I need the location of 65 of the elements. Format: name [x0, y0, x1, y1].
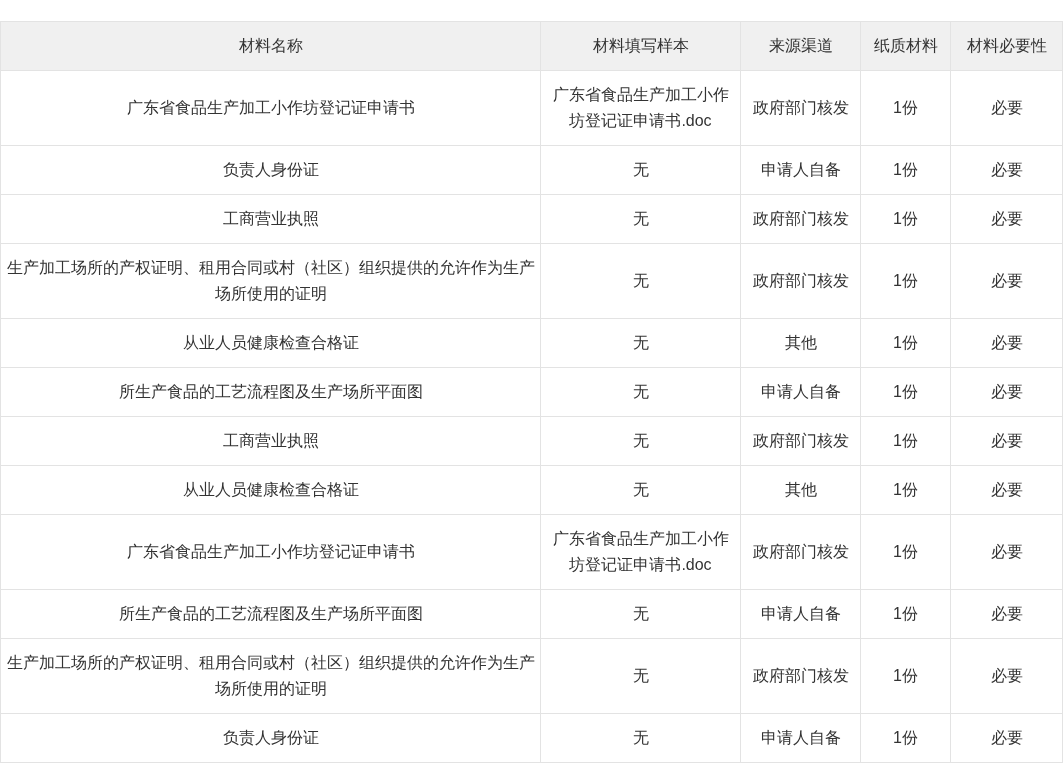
table-cell: 1份: [893, 481, 918, 498]
table-cell: 政府部门核发: [752, 272, 849, 289]
table-cell: 1份: [893, 432, 918, 449]
table-cell: 1份: [893, 605, 918, 622]
table-cell: 广东省食品生产加工小作坊登记证申请书: [126, 99, 415, 116]
column-header: 材料填写样本: [592, 37, 689, 54]
table-cell: 无: [632, 432, 649, 449]
column-header: 纸质材料: [873, 37, 938, 54]
table-cell: 1份: [893, 272, 918, 289]
table-cell: 必要: [990, 272, 1023, 289]
table-cell: 1份: [893, 99, 918, 116]
table-cell: 政府部门核发: [752, 667, 849, 684]
table-cell: 申请人自备: [760, 605, 841, 622]
column-header: 材料名称: [238, 37, 303, 54]
table-cell: 必要: [990, 481, 1023, 498]
table-cell: 无: [632, 334, 649, 351]
column-header: 材料必要性: [966, 37, 1047, 54]
table-cell: 政府部门核发: [752, 543, 849, 560]
table-cell: 必要: [990, 334, 1023, 351]
table-cell: 必要: [990, 99, 1023, 116]
table-cell: 无: [632, 605, 649, 622]
table-cell: 申请人自备: [760, 383, 841, 400]
table-cell: 生产加工场所的产权证明、租用合同或村（社区）组织提供的允许作为生产场所使用的证明: [6, 259, 535, 302]
table-cell: 必要: [990, 432, 1023, 449]
table-cell: 申请人自备: [760, 729, 841, 746]
table-cell: 广东省食品生产加工小作坊登记证申请书.doc: [552, 530, 729, 573]
table-cell: 工商营业执照: [222, 210, 319, 227]
table-cell: 其他: [784, 334, 817, 351]
table-cell: 生产加工场所的产权证明、租用合同或村（社区）组织提供的允许作为生产场所使用的证明: [6, 654, 535, 697]
table-cell: 必要: [990, 210, 1023, 227]
table-cell: 必要: [990, 729, 1023, 746]
table-cell: 必要: [990, 161, 1023, 178]
table-cell: 从业人员健康检查合格证: [182, 481, 359, 498]
table-cell: 政府部门核发: [752, 210, 849, 227]
table-cell: 必要: [990, 667, 1023, 684]
table-cell: 无: [632, 210, 649, 227]
table-cell: 1份: [893, 543, 918, 560]
table-cell: 必要: [990, 543, 1023, 560]
table-cell: 申请人自备: [760, 161, 841, 178]
table-cell: 无: [632, 161, 649, 178]
table-cell: 政府部门核发: [752, 432, 849, 449]
table-cell: 无: [632, 667, 649, 684]
table-cell: 必要: [990, 383, 1023, 400]
table-cell: 1份: [893, 729, 918, 746]
table-cell: 其他: [784, 481, 817, 498]
table-cell: 所生产食品的工艺流程图及生产场所平面图: [118, 605, 423, 622]
table-cell: 必要: [990, 605, 1023, 622]
table-cell: 负责人身份证: [222, 729, 319, 746]
table-cell: 1份: [893, 334, 918, 351]
table-cell: 无: [632, 272, 649, 289]
column-header: 来源渠道: [768, 37, 833, 54]
table-cell: 无: [632, 383, 649, 400]
table-cell: 广东省食品生产加工小作坊登记证申请书.doc: [552, 86, 729, 129]
table-cell: 所生产食品的工艺流程图及生产场所平面图: [118, 383, 423, 400]
table-cell: 1份: [893, 161, 918, 178]
table-cell: 1份: [893, 210, 918, 227]
table-cell: 工商营业执照: [222, 432, 319, 449]
table-cell: 政府部门核发: [752, 99, 849, 116]
table-cell: 无: [632, 481, 649, 498]
table-cell: 从业人员健康检查合格证: [182, 334, 359, 351]
table-cell: 1份: [893, 667, 918, 684]
table-cell: 无: [632, 729, 649, 746]
table-cell: 广东省食品生产加工小作坊登记证申请书: [126, 543, 415, 560]
table-cell: 1份: [893, 383, 918, 400]
table-cell: 负责人身份证: [222, 161, 319, 178]
